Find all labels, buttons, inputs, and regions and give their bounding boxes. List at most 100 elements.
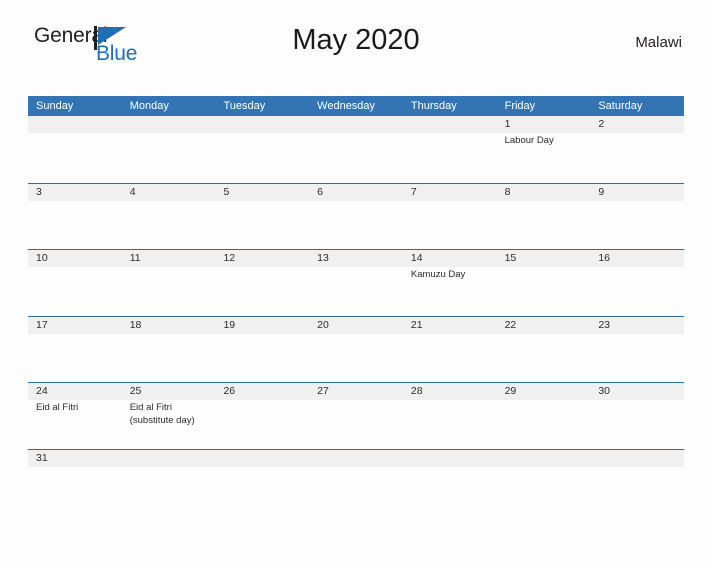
day-event: Kamuzu Day bbox=[410, 269, 466, 280]
week-number-band: 10 11 12 13 14 15 16 bbox=[28, 250, 684, 267]
day-number[interactable]: 30 bbox=[590, 383, 684, 400]
day-event bbox=[497, 400, 591, 448]
week-number-band: 31 bbox=[28, 449, 684, 467]
day-number[interactable] bbox=[122, 450, 216, 467]
day-number[interactable]: 21 bbox=[403, 317, 497, 334]
weekday-friday: Friday bbox=[504, 100, 536, 112]
day-number[interactable] bbox=[122, 116, 216, 133]
day-number[interactable] bbox=[590, 450, 684, 467]
day-number[interactable] bbox=[215, 116, 309, 133]
day-event bbox=[590, 267, 684, 315]
day-number[interactable]: 2 bbox=[590, 116, 684, 133]
week-number-band: 3 4 5 6 7 8 9 bbox=[28, 183, 684, 201]
day-event bbox=[309, 400, 403, 448]
day-number[interactable] bbox=[497, 450, 591, 467]
day-number[interactable]: 6 bbox=[309, 184, 403, 201]
day-event bbox=[403, 133, 497, 181]
day-event bbox=[590, 400, 684, 448]
week-number-band: 17 18 19 20 21 22 23 bbox=[28, 316, 684, 334]
day-number[interactable]: 29 bbox=[497, 383, 591, 400]
weekday-header-row: Sunday Monday Tuesday Wednesday Thursday… bbox=[28, 96, 684, 116]
day-event bbox=[309, 133, 403, 181]
day-event bbox=[403, 334, 497, 382]
day-event: Eid al Fitri (substitute day) bbox=[129, 402, 195, 426]
day-number[interactable] bbox=[215, 450, 309, 467]
week-event-band bbox=[28, 333, 684, 382]
country-label: Malawi bbox=[635, 34, 682, 51]
day-event bbox=[403, 201, 497, 249]
week-event-band: Eid al Fitri Eid al Fitri (substitute da… bbox=[28, 400, 684, 448]
day-event bbox=[497, 201, 591, 249]
day-number[interactable]: 22 bbox=[497, 317, 591, 334]
day-event bbox=[215, 267, 309, 315]
calendar-page: General Blue May 2020 Malawi Sunday Mond… bbox=[0, 18, 712, 568]
day-event bbox=[28, 133, 122, 181]
day-event bbox=[28, 201, 122, 249]
week-row: 31 bbox=[28, 448, 684, 477]
day-number[interactable]: 27 bbox=[309, 383, 403, 400]
day-number[interactable] bbox=[309, 116, 403, 133]
week-row: 24 25 26 27 28 29 30 Eid al Fitri Eid al… bbox=[28, 382, 684, 449]
day-number[interactable]: 25 bbox=[122, 383, 216, 400]
day-number[interactable]: 11 bbox=[122, 250, 216, 267]
day-event bbox=[590, 133, 684, 181]
day-number[interactable]: 8 bbox=[497, 184, 591, 201]
day-event bbox=[215, 334, 309, 382]
week-event-band: Labour Day bbox=[28, 133, 684, 181]
day-number[interactable]: 31 bbox=[28, 450, 122, 467]
week-row: 1 2 Labour Day bbox=[28, 116, 684, 183]
day-number[interactable]: 15 bbox=[497, 250, 591, 267]
day-number[interactable]: 13 bbox=[309, 250, 403, 267]
day-number[interactable] bbox=[28, 116, 122, 133]
day-event bbox=[28, 334, 122, 382]
day-event bbox=[122, 133, 216, 181]
day-number[interactable]: 14 bbox=[403, 250, 497, 267]
day-number[interactable] bbox=[309, 450, 403, 467]
day-event bbox=[215, 400, 309, 448]
week-row: 3 4 5 6 7 8 9 bbox=[28, 182, 684, 250]
day-number[interactable]: 19 bbox=[215, 317, 309, 334]
week-number-band: 24 25 26 27 28 29 30 bbox=[28, 383, 684, 400]
day-number[interactable]: 1 bbox=[497, 116, 591, 133]
day-event: Eid al Fitri bbox=[36, 402, 79, 413]
week-row: 17 18 19 20 21 22 23 bbox=[28, 315, 684, 383]
day-number[interactable]: 28 bbox=[403, 383, 497, 400]
week-row: 10 11 12 13 14 15 16 Kamuzu Day bbox=[28, 249, 684, 316]
weekday-thursday: Thursday bbox=[410, 100, 457, 112]
day-number[interactable]: 9 bbox=[590, 184, 684, 201]
day-number[interactable] bbox=[403, 450, 497, 467]
day-event bbox=[215, 201, 309, 249]
day-event bbox=[403, 400, 497, 448]
day-number[interactable]: 4 bbox=[122, 184, 216, 201]
day-number[interactable]: 24 bbox=[28, 383, 122, 400]
weekday-sunday: Sunday bbox=[36, 100, 74, 112]
day-event bbox=[122, 334, 216, 382]
day-number[interactable]: 16 bbox=[590, 250, 684, 267]
day-event: Labour Day bbox=[504, 135, 554, 146]
day-number[interactable]: 26 bbox=[215, 383, 309, 400]
weekday-monday: Monday bbox=[129, 100, 169, 112]
day-number[interactable]: 12 bbox=[215, 250, 309, 267]
day-event bbox=[122, 267, 216, 315]
calendar-grid: Sunday Monday Tuesday Wednesday Thursday… bbox=[28, 96, 684, 477]
day-number[interactable]: 5 bbox=[215, 184, 309, 201]
weekday-wednesday: Wednesday bbox=[317, 100, 376, 112]
day-number[interactable]: 23 bbox=[590, 317, 684, 334]
day-number[interactable]: 7 bbox=[403, 184, 497, 201]
week-event-band bbox=[28, 200, 684, 249]
weekday-saturday: Saturday bbox=[598, 100, 643, 112]
day-event bbox=[497, 334, 591, 382]
week-number-band: 1 2 bbox=[28, 116, 684, 133]
day-number[interactable]: 20 bbox=[309, 317, 403, 334]
day-event bbox=[309, 334, 403, 382]
week-event-band: Kamuzu Day bbox=[28, 267, 684, 315]
day-number[interactable]: 17 bbox=[28, 317, 122, 334]
day-number[interactable]: 10 bbox=[28, 250, 122, 267]
day-event bbox=[28, 267, 122, 315]
day-event bbox=[590, 201, 684, 249]
day-number[interactable] bbox=[403, 116, 497, 133]
day-event bbox=[309, 201, 403, 249]
day-number[interactable]: 3 bbox=[28, 184, 122, 201]
day-event bbox=[122, 201, 216, 249]
day-number[interactable]: 18 bbox=[122, 317, 216, 334]
